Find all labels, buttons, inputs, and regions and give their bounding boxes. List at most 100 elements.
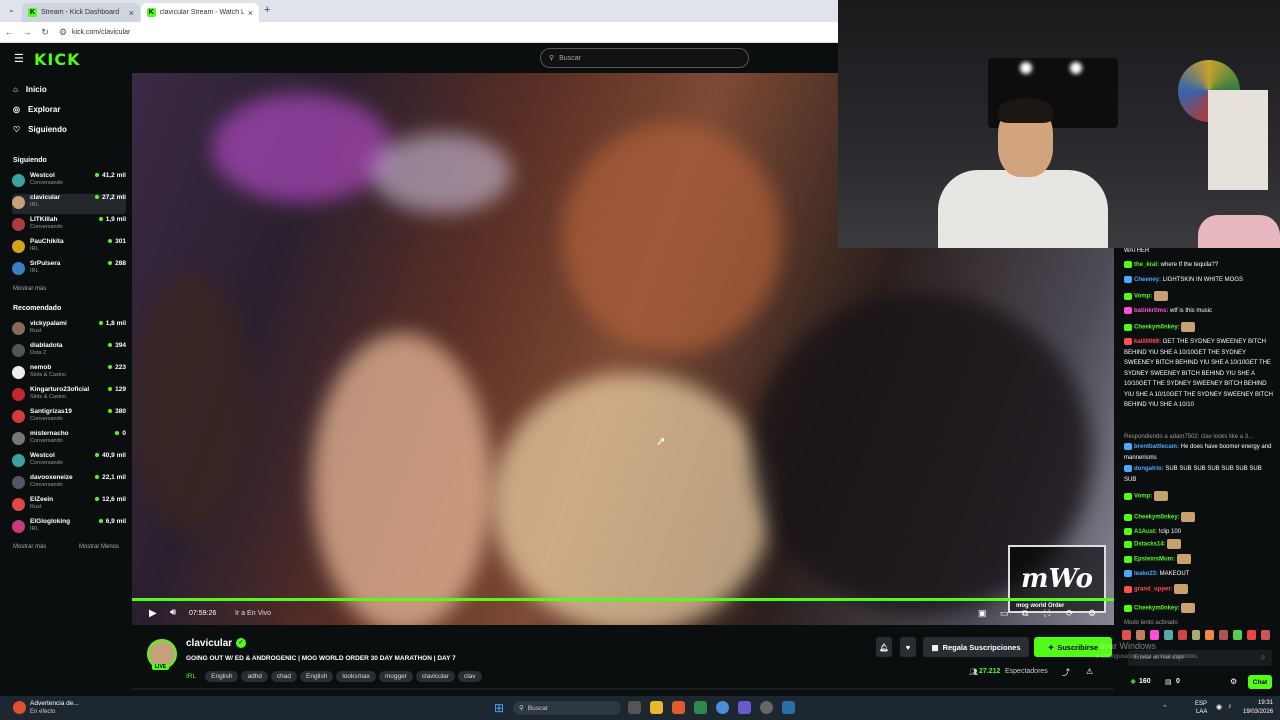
sidebar-channel-davooxeneize[interactable]: davooxeneize Conversando 22,1 mil — [12, 474, 126, 494]
show-more-recommended[interactable]: Mostrar más — [13, 544, 46, 550]
sidebar-channel-westcol[interactable]: Westcol Conversando 41,2 mil — [12, 172, 126, 192]
chat-username[interactable]: Cheekym0nkey: — [1134, 606, 1180, 612]
teams-icon[interactable] — [738, 701, 751, 714]
url-field[interactable]: kick.com/clavicular — [72, 29, 130, 36]
volume-icon[interactable]: 🔊︎ — [170, 607, 176, 618]
obs-icon[interactable] — [760, 701, 773, 714]
go-live-link[interactable]: Ir a En Vivo — [235, 610, 271, 617]
show-more-following[interactable]: Mostrar más — [13, 286, 46, 292]
pip-icon[interactable]: ▣ — [978, 608, 987, 619]
chat-username[interactable]: Cheeney: — [1134, 277, 1161, 283]
steam-icon[interactable] — [782, 701, 795, 714]
points-count[interactable]: 160 — [1139, 678, 1151, 685]
chat-username[interactable]: grand_upper: — [1134, 587, 1173, 593]
chat-username[interactable]: leako23: — [1134, 571, 1158, 577]
notification-title[interactable]: Advertencia de... — [30, 700, 79, 707]
nav-inicio[interactable]: ⌂ Inicio — [13, 85, 47, 94]
browser-tab-stream[interactable]: K clavicular Stream - Watch Live o × — [141, 3, 259, 22]
site-info-icon[interactable]: ⚙ — [54, 27, 72, 38]
sidebar-channel-elzeein[interactable]: ElZeein Rust 12,6 mil — [12, 496, 126, 516]
stream-tag[interactable]: mogger — [378, 671, 413, 682]
new-tab-icon[interactable]: + — [264, 4, 270, 16]
chrome-icon[interactable] — [716, 701, 729, 714]
chat-username[interactable]: the_kral: — [1134, 262, 1159, 268]
chat-username[interactable]: Vomp: — [1134, 294, 1152, 300]
stream-tag[interactable]: English — [300, 671, 334, 682]
sidebar-channel-litkillah[interactable]: LITKillah Conversando 1,9 mil — [12, 216, 126, 236]
theater-icon[interactable]: ▭ — [1000, 608, 1009, 619]
stream-tag[interactable]: chad — [270, 671, 298, 682]
stream-tag[interactable]: clav — [457, 671, 482, 682]
chat-settings-icon[interactable]: ⚙ — [1230, 677, 1237, 686]
clip-icon[interactable]: ⟳ — [1066, 608, 1074, 619]
close-tab-icon[interactable]: × — [129, 8, 134, 18]
sidebar-channel-elglogloking[interactable]: ElGlogloking IRL 6,9 mil — [12, 518, 126, 538]
task-view-icon[interactable] — [628, 701, 641, 714]
network-icon[interactable]: ◉ — [1216, 703, 1222, 711]
chat-username[interactable]: Cheekym0nkey: — [1134, 515, 1180, 521]
miniplayer-icon[interactable]: ⧉ — [1022, 608, 1028, 619]
browser-tab-dashboard[interactable]: K Stream - Kick Dashboard × — [22, 3, 140, 22]
taskbar-search[interactable]: ⚲ Buscar — [513, 701, 621, 715]
settings-icon[interactable]: ⚙ — [1088, 608, 1096, 619]
chat-username[interactable]: EpsteinsMum: — [1134, 557, 1175, 563]
sidebar-channel-vickypalami[interactable]: vickypalami Rust 1,8 mil — [12, 320, 126, 340]
follow-heart-icon[interactable]: ♥ — [900, 637, 916, 657]
share-icon[interactable]: ⤴ — [1062, 667, 1070, 678]
sidebar-channel-diabladota[interactable]: diabladota Dota 2 394 — [12, 342, 126, 362]
windows-start-icon[interactable]: ⊞ — [494, 701, 504, 715]
play-icon[interactable]: ▶ — [149, 608, 157, 619]
chat-username[interactable]: Dstacks14: — [1134, 542, 1166, 548]
chat-username[interactable]: batinkrtims: — [1134, 308, 1168, 314]
stream-tag[interactable]: clavicular — [415, 671, 455, 682]
stream-tag[interactable]: looksmax — [336, 671, 376, 682]
fullscreen-icon[interactable]: ⛶ — [1044, 608, 1050, 619]
close-tab-icon[interactable]: × — [248, 8, 253, 18]
nav-siguiendo[interactable]: ♡ Siguiendo — [13, 125, 67, 134]
sidebar-channel-srpulsera[interactable]: SrPulsera IRL 288 — [12, 260, 126, 280]
chat-username[interactable]: dongatrio: — [1134, 466, 1164, 472]
chat-username[interactable]: A1Aust: — [1134, 529, 1157, 535]
stream-tag[interactable]: English — [205, 671, 239, 682]
sidebar-channel-kingarturo23oficial[interactable]: Kingarturo23oficial Slots & Casino 129 — [12, 386, 126, 406]
kick-logo[interactable]: KICK — [34, 50, 81, 69]
sidebar-channel-misternacho[interactable]: misternacho Conversando 0 — [12, 430, 126, 450]
emote-picker-icon[interactable]: ☺ — [1260, 655, 1266, 661]
chat-send-button[interactable]: Chat — [1248, 675, 1272, 689]
language-indicator[interactable]: ESP — [1195, 701, 1207, 707]
sidebar-channel-clavicular[interactable]: clavicular IRL 27,2 mil — [12, 194, 126, 214]
reload-icon[interactable]: ↻ — [36, 27, 54, 38]
show-less-recommended[interactable]: Mostrar Menos — [79, 544, 119, 550]
channel-name[interactable]: clavicular — [186, 638, 232, 649]
brave-browser-icon[interactable] — [672, 701, 685, 714]
file-explorer-icon[interactable] — [650, 701, 663, 714]
progress-bar[interactable] — [132, 598, 1114, 601]
sidebar-channel-santigrizas19[interactable]: Santigrizas19 Conversando 380 — [12, 408, 126, 428]
tray-overflow-icon[interactable]: ⌃ — [1162, 704, 1168, 712]
forward-icon[interactable]: → — [18, 27, 36, 37]
clock-time[interactable]: 19:31 — [1258, 700, 1273, 706]
sidebar-channel-pauchikita[interactable]: PauChikita IRL 301 — [12, 238, 126, 258]
menu-icon[interactable]: ☰ — [14, 52, 24, 65]
notification-bell-icon[interactable]: 🔔︎ — [876, 637, 892, 657]
chat-username[interactable]: Vomp: — [1134, 494, 1152, 500]
clock-date[interactable]: 19/03/2026 — [1243, 709, 1273, 715]
back-icon[interactable]: ← — [0, 27, 18, 37]
volume-tray-icon[interactable]: ♪ — [1228, 703, 1232, 710]
sidebar-channel-nemob[interactable]: nemob Slots & Casino 223 — [12, 364, 126, 384]
report-icon[interactable]: ⚠ — [1086, 667, 1093, 676]
chat-username[interactable]: kaili0069: — [1134, 339, 1161, 345]
nav-explorar[interactable]: ◎ Explorar — [13, 105, 60, 114]
recommended-heading: Recomendado — [13, 305, 62, 312]
search-input[interactable]: ⚲ Buscar — [540, 48, 749, 68]
chat-username[interactable]: brentbattlecam: — [1134, 444, 1179, 450]
sidebar-channel-westcol[interactable]: Westcol Conversando 40,9 mil — [12, 452, 126, 472]
gift-subs-button[interactable]: ▦ Regala Suscripciones — [923, 637, 1029, 657]
chat-username[interactable]: Cheekym0nkey: — [1134, 325, 1180, 331]
gift-subs-label: Regala Suscripciones — [942, 642, 1021, 652]
stream-tag[interactable]: adhd — [241, 671, 268, 682]
xbox-icon[interactable] — [694, 701, 707, 714]
tab-list-icon[interactable]: ⌄ — [8, 5, 15, 14]
stream-tag[interactable]: IRL — [182, 671, 202, 682]
warning-notification-icon[interactable] — [13, 701, 26, 714]
